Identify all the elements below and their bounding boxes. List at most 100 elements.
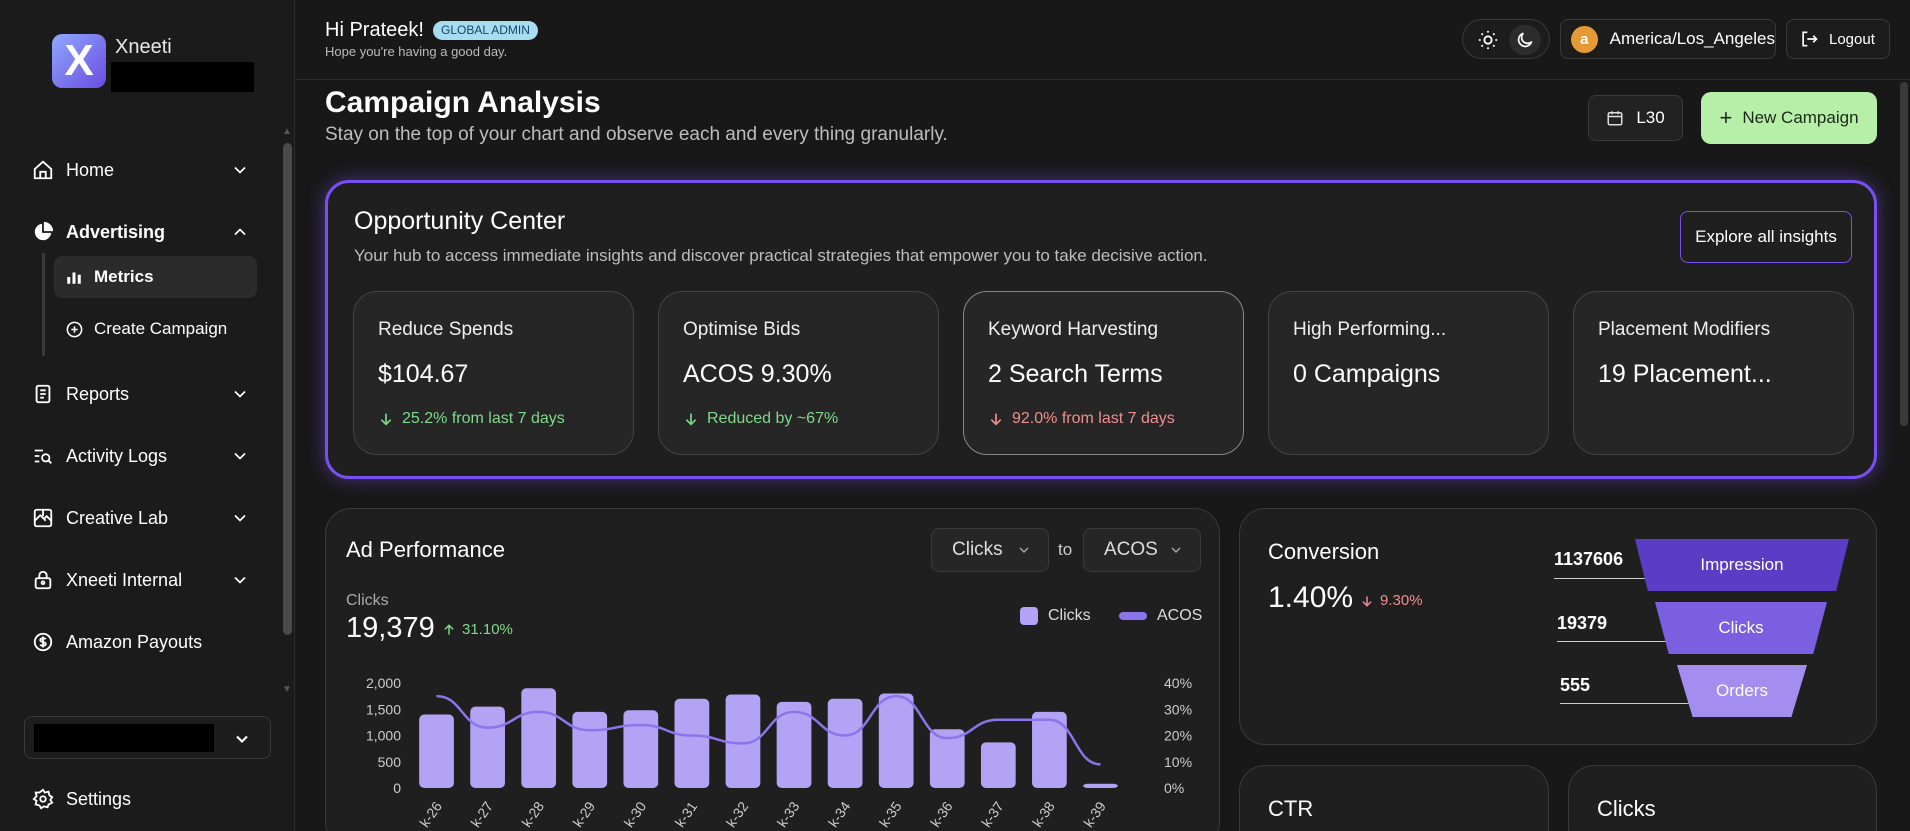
sidebar-scrollbar-thumb[interactable] bbox=[283, 143, 292, 635]
amazon-icon: a bbox=[1571, 25, 1598, 53]
list-search-icon bbox=[32, 445, 54, 467]
scroll-up-arrow-icon[interactable]: ▲ bbox=[282, 126, 292, 137]
bar-k-30 bbox=[623, 710, 659, 788]
calendar-icon bbox=[1607, 111, 1623, 126]
arrow-down-icon bbox=[990, 413, 1002, 426]
chevron-up-icon[interactable] bbox=[230, 222, 250, 242]
main-scrollbar-thumb[interactable] bbox=[1900, 82, 1908, 426]
chevron-down-icon[interactable] bbox=[230, 570, 250, 590]
clicks-panel: Clicks bbox=[1568, 765, 1877, 831]
funnel-value-clicks: 19379 bbox=[1557, 613, 1608, 633]
bar-k-29 bbox=[572, 711, 608, 788]
card-title: Placement Modifiers bbox=[1598, 319, 1771, 340]
bar-k-27 bbox=[470, 706, 505, 788]
metric-connector: to bbox=[1058, 540, 1073, 559]
sidebar-item-activity-logs[interactable]: Activity Logs bbox=[32, 436, 250, 476]
insight-card-optimise-bids[interactable]: Optimise Bids ACOS 9.30% Reduced by ~67% bbox=[658, 291, 939, 455]
sidebar-item-label: Settings bbox=[66, 788, 132, 809]
arrow-down-icon bbox=[1362, 595, 1372, 607]
logout-icon bbox=[1802, 31, 1818, 47]
funnel-segment-clicks[interactable]: Clicks bbox=[1655, 602, 1827, 654]
y-left-tick-label: 1,500 bbox=[366, 701, 401, 717]
page-subtitle: Stay on the top of your chart and observ… bbox=[325, 124, 948, 145]
chevron-down-icon[interactable] bbox=[230, 160, 250, 180]
clicks-title: Clicks bbox=[1597, 796, 1656, 821]
conversion-value: 1.40% bbox=[1268, 581, 1354, 614]
timezone-button[interactable]: a America/Los_Angeles bbox=[1560, 19, 1776, 59]
insight-card-reduce-spends[interactable]: Reduce Spends $104.67 25.2% from last 7 … bbox=[353, 291, 634, 455]
sidebar-item-creative-lab[interactable]: Creative Lab bbox=[32, 498, 250, 538]
plus-circle-icon bbox=[64, 319, 84, 339]
card-delta: 25.2% from last 7 days bbox=[378, 410, 565, 428]
scroll-down-arrow-icon[interactable]: ▼ bbox=[282, 684, 292, 695]
brand-name: Xneeti bbox=[115, 36, 172, 58]
x-tick-label: k-34 bbox=[825, 798, 854, 830]
date-range-button[interactable]: L30 bbox=[1588, 95, 1683, 141]
sidebar-item-settings[interactable]: Settings bbox=[32, 779, 250, 819]
dollar-circle-icon bbox=[32, 631, 54, 653]
funnel-segment-orders[interactable]: Orders bbox=[1677, 665, 1807, 717]
funnel-segment-impression[interactable]: Impression bbox=[1635, 539, 1849, 591]
x-tick-label: k-27 bbox=[467, 798, 496, 830]
sidebar-subitem-metrics[interactable]: Metrics bbox=[54, 256, 257, 298]
sidebar-subitem-create-campaign[interactable]: Create Campaign bbox=[54, 308, 257, 350]
insight-card-keyword-harvesting[interactable]: Keyword Harvesting 2 Search Terms 92.0% … bbox=[963, 291, 1244, 455]
sidebar-item-label: Xneeti Internal bbox=[66, 569, 183, 590]
new-campaign-button[interactable]: + New Campaign bbox=[1701, 92, 1877, 144]
lock-icon bbox=[32, 569, 54, 591]
insight-card-placement-modifiers[interactable]: Placement Modifiers 19 Placement... bbox=[1573, 291, 1854, 455]
chevron-down-icon[interactable] bbox=[230, 446, 250, 466]
sidebar-item-label: Home bbox=[66, 159, 115, 180]
sidebar-subitem-label: Metrics bbox=[94, 267, 154, 286]
metric-a-value: Clicks bbox=[952, 539, 1003, 560]
x-tick-label: k-32 bbox=[723, 798, 752, 830]
card-value: ACOS 9.30% bbox=[683, 360, 832, 388]
bar-chart-icon bbox=[64, 267, 84, 287]
x-tick-label: k-33 bbox=[774, 798, 803, 830]
conversion-panel: Conversion 1.40% 9.30% 1137606 Impressio… bbox=[1239, 508, 1877, 745]
y-right-tick-label: 40% bbox=[1164, 675, 1192, 691]
x-tick-label: k-38 bbox=[1029, 798, 1058, 830]
greeting-subtitle: Hope you're having a good day. bbox=[325, 44, 508, 59]
dark-mode-button[interactable] bbox=[1509, 25, 1541, 55]
x-tick-label: k-37 bbox=[978, 798, 1007, 830]
insight-card-high-performing[interactable]: High Performing... 0 Campaigns bbox=[1268, 291, 1549, 455]
bar-k-31 bbox=[674, 698, 710, 788]
sidebar-item-home[interactable]: Home bbox=[32, 150, 250, 190]
y-right-tick-label: 10% bbox=[1164, 754, 1192, 770]
explore-insights-button[interactable]: Explore all insights bbox=[1680, 211, 1852, 263]
theme-toggle[interactable] bbox=[1462, 19, 1550, 59]
y-right-tick-label: 30% bbox=[1164, 701, 1192, 717]
metric-a-select[interactable]: Clicks bbox=[931, 528, 1049, 572]
chevron-down-icon bbox=[1171, 547, 1181, 553]
sidebar-item-amazon-payouts[interactable]: Amazon Payouts bbox=[32, 622, 250, 662]
topbar: Hi Prateek! GLOBAL ADMIN Hope you're hav… bbox=[296, 0, 1910, 80]
x-tick-label: k-36 bbox=[927, 798, 956, 830]
chevron-down-icon bbox=[236, 735, 248, 743]
card-title: Optimise Bids bbox=[683, 319, 801, 340]
sidebar-item-advertising[interactable]: Advertising bbox=[32, 212, 250, 252]
sidebar-item-label: Advertising bbox=[66, 221, 166, 242]
metric-label: Clicks bbox=[346, 592, 389, 609]
gear-icon bbox=[32, 788, 54, 810]
sidebar-item-label: Reports bbox=[66, 383, 130, 404]
sidebar-item-reports[interactable]: Reports bbox=[32, 374, 250, 414]
bar-k-26 bbox=[419, 714, 454, 788]
metric-b-select[interactable]: ACOS bbox=[1083, 528, 1201, 572]
date-range-label: L30 bbox=[1636, 108, 1665, 127]
card-value: 2 Search Terms bbox=[988, 360, 1163, 388]
organization-select[interactable] bbox=[24, 716, 271, 759]
plus-icon: + bbox=[1719, 105, 1733, 130]
y-right-tick-label: 0% bbox=[1164, 780, 1184, 796]
sun-icon[interactable] bbox=[1477, 29, 1499, 51]
chevron-down-icon[interactable] bbox=[230, 508, 250, 528]
redacted-organization-name bbox=[34, 724, 214, 752]
brand-logo[interactable]: X bbox=[52, 34, 106, 88]
home-icon bbox=[32, 159, 54, 181]
legend-line-swatch bbox=[1119, 612, 1147, 620]
sidebar-item-xneeti-internal[interactable]: Xneeti Internal bbox=[32, 560, 250, 600]
logout-button[interactable]: Logout bbox=[1786, 19, 1890, 59]
card-delta: 92.0% from last 7 days bbox=[988, 410, 1175, 428]
conversion-title: Conversion bbox=[1268, 539, 1380, 564]
chevron-down-icon[interactable] bbox=[230, 384, 250, 404]
